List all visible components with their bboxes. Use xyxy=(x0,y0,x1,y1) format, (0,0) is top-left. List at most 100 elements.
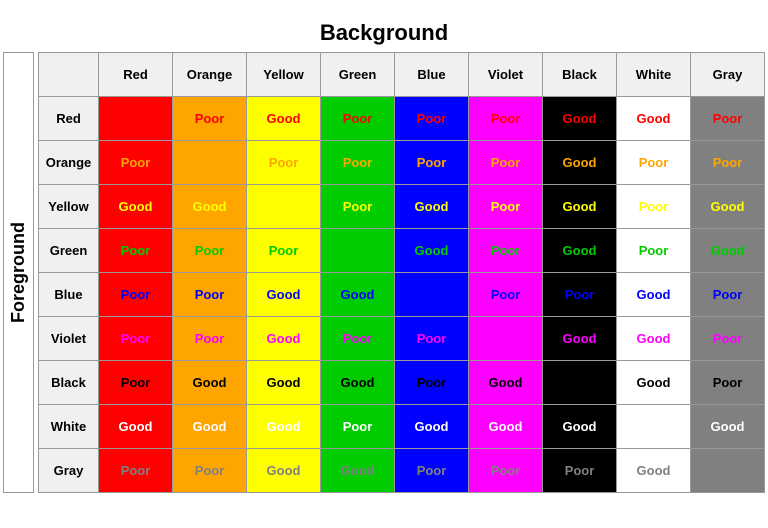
table-body: RedPoorGoodPoorPoorPoorGoodGoodPoorOrang… xyxy=(39,96,765,492)
cell-4-2: Good xyxy=(247,272,321,316)
cell-8-3: Good xyxy=(321,448,395,492)
table-row: OrangePoorPoorPoorPoorPoorGoodPoorPoor xyxy=(39,140,765,184)
table-header-row: RedOrangeYellowGreenBlueVioletBlackWhite… xyxy=(39,52,765,96)
row-header-7: White xyxy=(39,404,99,448)
cell-0-7: Good xyxy=(617,96,691,140)
row-header-0: Red xyxy=(39,96,99,140)
page-title-container: Background xyxy=(320,20,448,52)
col-header-0 xyxy=(39,52,99,96)
cell-5-8: Poor xyxy=(691,316,765,360)
table-row: BlackPoorGoodGoodGoodPoorGoodGoodPoor xyxy=(39,360,765,404)
cell-2-5: Poor xyxy=(469,184,543,228)
cell-3-2: Poor xyxy=(247,228,321,272)
fg-label: Foreground xyxy=(3,52,34,493)
col-header-4: Green xyxy=(321,52,395,96)
cell-3-6: Good xyxy=(543,228,617,272)
cell-4-3: Good xyxy=(321,272,395,316)
cell-4-5: Poor xyxy=(469,272,543,316)
cell-3-1: Poor xyxy=(173,228,247,272)
col-header-3: Yellow xyxy=(247,52,321,96)
cell-6-4: Poor xyxy=(395,360,469,404)
cell-4-4 xyxy=(395,272,469,316)
cell-3-5: Poor xyxy=(469,228,543,272)
cell-8-0: Poor xyxy=(99,448,173,492)
col-header-7: Black xyxy=(543,52,617,96)
main-container: Foreground RedOrangeYellowGreenBlueViole… xyxy=(3,52,765,493)
contrast-table: RedOrangeYellowGreenBlueVioletBlackWhite… xyxy=(38,52,765,493)
cell-7-5: Good xyxy=(469,404,543,448)
cell-7-1: Good xyxy=(173,404,247,448)
cell-5-4: Poor xyxy=(395,316,469,360)
cell-1-5: Poor xyxy=(469,140,543,184)
col-header-6: Violet xyxy=(469,52,543,96)
cell-7-8: Good xyxy=(691,404,765,448)
row-header-5: Violet xyxy=(39,316,99,360)
cell-8-2: Good xyxy=(247,448,321,492)
cell-8-5: Poor xyxy=(469,448,543,492)
cell-3-3 xyxy=(321,228,395,272)
cell-4-6: Poor xyxy=(543,272,617,316)
cell-5-2: Good xyxy=(247,316,321,360)
cell-2-0: Good xyxy=(99,184,173,228)
table-row: RedPoorGoodPoorPoorPoorGoodGoodPoor xyxy=(39,96,765,140)
cell-5-7: Good xyxy=(617,316,691,360)
cell-6-7: Good xyxy=(617,360,691,404)
cell-2-8: Good xyxy=(691,184,765,228)
cell-2-1: Good xyxy=(173,184,247,228)
cell-2-4: Good xyxy=(395,184,469,228)
cell-8-1: Poor xyxy=(173,448,247,492)
page-title: Background xyxy=(320,20,448,46)
cell-2-7: Poor xyxy=(617,184,691,228)
cell-1-3: Poor xyxy=(321,140,395,184)
cell-1-0: Poor xyxy=(99,140,173,184)
table-row: BluePoorPoorGoodGoodPoorPoorGoodPoor xyxy=(39,272,765,316)
table-row: WhiteGoodGoodGoodPoorGoodGoodGoodGood xyxy=(39,404,765,448)
cell-4-1: Poor xyxy=(173,272,247,316)
cell-8-4: Poor xyxy=(395,448,469,492)
cell-1-2: Poor xyxy=(247,140,321,184)
cell-7-7 xyxy=(617,404,691,448)
cell-0-5: Poor xyxy=(469,96,543,140)
row-header-8: Gray xyxy=(39,448,99,492)
cell-7-2: Good xyxy=(247,404,321,448)
cell-3-4: Good xyxy=(395,228,469,272)
col-header-9: Gray xyxy=(691,52,765,96)
cell-0-6: Good xyxy=(543,96,617,140)
cell-5-6: Good xyxy=(543,316,617,360)
cell-7-3: Poor xyxy=(321,404,395,448)
cell-3-8: Good xyxy=(691,228,765,272)
cell-1-8: Poor xyxy=(691,140,765,184)
row-header-1: Orange xyxy=(39,140,99,184)
row-header-6: Black xyxy=(39,360,99,404)
cell-1-4: Poor xyxy=(395,140,469,184)
cell-2-6: Good xyxy=(543,184,617,228)
col-header-2: Orange xyxy=(173,52,247,96)
cell-7-0: Good xyxy=(99,404,173,448)
cell-0-0 xyxy=(99,96,173,140)
cell-1-6: Good xyxy=(543,140,617,184)
cell-6-3: Good xyxy=(321,360,395,404)
cell-2-3: Poor xyxy=(321,184,395,228)
cell-3-0: Poor xyxy=(99,228,173,272)
cell-5-1: Poor xyxy=(173,316,247,360)
cell-0-8: Poor xyxy=(691,96,765,140)
table-row: GreenPoorPoorPoorGoodPoorGoodPoorGood xyxy=(39,228,765,272)
cell-0-4: Poor xyxy=(395,96,469,140)
cell-5-0: Poor xyxy=(99,316,173,360)
cell-5-3: Poor xyxy=(321,316,395,360)
table-row: YellowGoodGoodPoorGoodPoorGoodPoorGood xyxy=(39,184,765,228)
cell-7-6: Good xyxy=(543,404,617,448)
cell-6-6 xyxy=(543,360,617,404)
cell-8-6: Poor xyxy=(543,448,617,492)
cell-6-8: Poor xyxy=(691,360,765,404)
cell-4-8: Poor xyxy=(691,272,765,316)
cell-6-5: Good xyxy=(469,360,543,404)
cell-1-1 xyxy=(173,140,247,184)
cell-5-5 xyxy=(469,316,543,360)
cell-7-4: Good xyxy=(395,404,469,448)
cell-0-1: Poor xyxy=(173,96,247,140)
table-row: VioletPoorPoorGoodPoorPoorGoodGoodPoor xyxy=(39,316,765,360)
table-row: GrayPoorPoorGoodGoodPoorPoorPoorGood xyxy=(39,448,765,492)
row-header-3: Green xyxy=(39,228,99,272)
col-header-1: Red xyxy=(99,52,173,96)
